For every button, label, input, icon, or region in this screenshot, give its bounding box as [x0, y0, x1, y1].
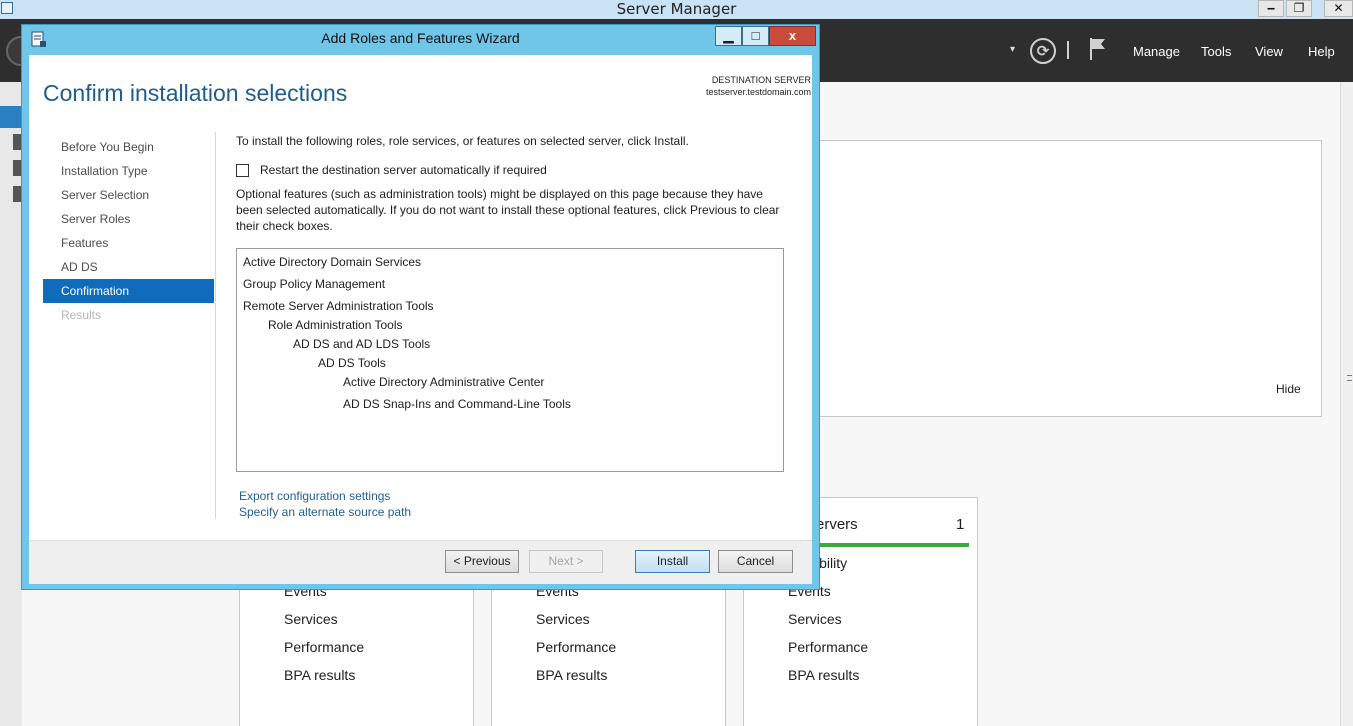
step-before-you-begin[interactable]: Before You Begin: [43, 135, 214, 159]
destination-server: DESTINATION SERVER testserver.testdomain…: [611, 74, 811, 98]
tile-bpa-results[interactable]: BPA results: [284, 667, 355, 683]
wizard-maximize-button[interactable]: □: [742, 26, 769, 46]
menu-view[interactable]: View: [1255, 44, 1283, 59]
selection-item: Remote Server Administration Tools: [243, 299, 434, 313]
intro-text: To install the following roles, role ser…: [236, 134, 689, 148]
tile-services[interactable]: Services: [284, 611, 338, 627]
step-features[interactable]: Features: [43, 231, 214, 255]
restart-checkbox[interactable]: [236, 163, 249, 177]
local-server-icon[interactable]: [13, 134, 21, 150]
selection-item: Active Directory Domain Services: [243, 255, 422, 269]
install-button[interactable]: Install: [635, 550, 710, 573]
tile-services[interactable]: Services: [788, 611, 842, 627]
tile-performance[interactable]: Performance: [788, 639, 868, 655]
steps-divider: [215, 132, 216, 519]
selection-item: AD DS Snap-Ins and Command-Line Tools: [343, 397, 571, 411]
tile-bpa-results[interactable]: BPA results: [536, 667, 607, 683]
navigation-pane: [0, 82, 22, 726]
tile-count: 1: [956, 516, 965, 533]
selection-item: Role Administration Tools: [268, 318, 403, 332]
menu-help[interactable]: Help: [1308, 44, 1335, 59]
dashboard-icon[interactable]: [0, 106, 22, 128]
vertical-scrollbar[interactable]: [1340, 82, 1353, 726]
wizard-minimize-button[interactable]: ▁: [715, 26, 742, 46]
refresh-icon[interactable]: ⟳: [1030, 38, 1056, 64]
chevron-down-icon[interactable]: ▾: [1010, 44, 1015, 55]
tile-bpa-results[interactable]: BPA results: [788, 667, 859, 683]
add-roles-wizard-window: Add Roles and Features Wizard ▁ □ x Conf…: [21, 24, 820, 590]
tile-services[interactable]: Services: [536, 611, 590, 627]
selection-item: AD DS and AD LDS Tools: [293, 337, 431, 351]
notifications-flag-icon[interactable]: [1089, 37, 1107, 61]
file-services-icon[interactable]: [13, 186, 21, 202]
destination-server-label: DESTINATION SERVER: [711, 75, 811, 85]
selection-item: Active Directory Administrative Center: [343, 375, 545, 389]
restore-button[interactable]: ❐: [1286, 0, 1312, 17]
selections-list[interactable]: Active Directory Domain Services Group P…: [236, 248, 784, 472]
tile-performance[interactable]: Performance: [284, 639, 364, 655]
previous-button[interactable]: < Previous: [445, 550, 519, 573]
next-button[interactable]: Next >: [529, 550, 603, 573]
minimize-button[interactable]: ‒: [1258, 0, 1284, 17]
export-configuration-link[interactable]: Export configuration settings: [239, 489, 390, 503]
selection-item: AD DS Tools: [318, 356, 386, 370]
close-button[interactable]: ✕: [1324, 0, 1353, 17]
menu-tools[interactable]: Tools: [1201, 44, 1231, 59]
scrollbar-grip[interactable]: [1347, 375, 1352, 381]
restart-option[interactable]: Restart the destination server automatic…: [236, 163, 547, 177]
server-manager-title: Server Manager: [616, 0, 737, 18]
optional-features-note: Optional features (such as administratio…: [236, 187, 780, 233]
wizard-title: Add Roles and Features Wizard: [321, 30, 520, 46]
step-installation-type[interactable]: Installation Type: [43, 159, 214, 183]
header-divider: [1067, 41, 1069, 59]
menu-manage[interactable]: Manage: [1133, 44, 1180, 59]
wizard-steps-nav: Before You Begin Installation Type Serve…: [43, 135, 214, 327]
cancel-button[interactable]: Cancel: [718, 550, 793, 573]
wizard-close-button[interactable]: x: [769, 26, 816, 46]
step-confirmation[interactable]: Confirmation: [43, 279, 214, 303]
server-manager-titlebar: Server Manager ‒ ❐ ✕: [0, 0, 1353, 19]
destination-server-name: testserver.testdomain.com: [705, 87, 811, 97]
step-results: Results: [61, 308, 102, 322]
tile-header: ervers: [816, 516, 858, 533]
all-servers-icon[interactable]: [13, 160, 21, 176]
hide-welcome-link[interactable]: Hide: [1276, 382, 1301, 396]
restart-checkbox-label[interactable]: Restart the destination server automatic…: [260, 163, 547, 177]
alternate-source-link[interactable]: Specify an alternate source path: [239, 505, 411, 519]
tile-status-bar: [804, 543, 969, 547]
step-server-selection[interactable]: Server Selection: [43, 183, 214, 207]
page-title: Confirm installation selections: [43, 80, 348, 106]
selection-item: Group Policy Management: [243, 277, 386, 291]
step-ad-ds[interactable]: AD DS: [43, 255, 214, 279]
tile-performance[interactable]: Performance: [536, 639, 616, 655]
step-server-roles[interactable]: Server Roles: [43, 207, 214, 231]
